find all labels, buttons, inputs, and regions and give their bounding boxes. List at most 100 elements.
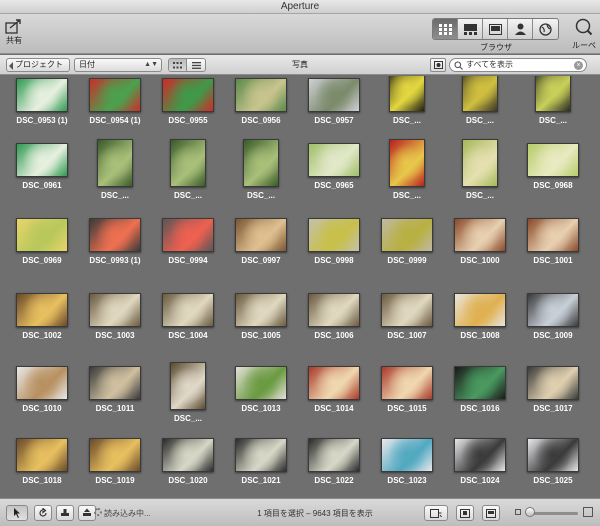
photo-thumbnail[interactable] <box>16 438 68 472</box>
slider-knob[interactable] <box>525 507 535 517</box>
select-tool-button[interactable] <box>6 505 28 521</box>
photo-thumbnail[interactable] <box>308 366 360 400</box>
photo-browser-grid[interactable]: DSC_0953 (1) DSC_0954 (1) DSC_0955 DSC_0956… <box>0 76 600 498</box>
photo-thumbnail[interactable] <box>97 139 133 187</box>
photo-thumbnail[interactable] <box>89 293 141 327</box>
photo-thumbnail[interactable] <box>243 139 279 187</box>
photo-thumbnail[interactable] <box>235 218 287 252</box>
photo-thumbnail[interactable] <box>16 78 68 112</box>
grid-view-button[interactable] <box>433 19 458 39</box>
photo-thumbnail[interactable] <box>527 143 579 177</box>
photo-thumbnail[interactable] <box>381 366 433 400</box>
photo-thumbnail[interactable] <box>16 366 68 400</box>
photo-thumbnail[interactable] <box>235 438 287 472</box>
share-button[interactable]: 共有 <box>3 18 25 46</box>
photo-thumbnail[interactable] <box>454 438 506 472</box>
loading-status: 読み込み中... <box>104 509 151 518</box>
grid-icon <box>438 23 452 35</box>
photo-thumbnail[interactable] <box>462 76 498 112</box>
search-input[interactable]: すべてを表示 × <box>449 58 587 72</box>
full-screen-button[interactable] <box>456 505 474 521</box>
photo-image <box>455 367 505 399</box>
photo-thumbnail[interactable] <box>308 293 360 327</box>
photo-thumbnail[interactable] <box>89 78 141 112</box>
photo-image <box>455 219 505 251</box>
photo-label: DSC_0961 <box>22 181 62 190</box>
photo-thumbnail[interactable] <box>535 76 571 112</box>
photo-thumbnail[interactable] <box>308 438 360 472</box>
photo-thumbnail[interactable] <box>527 293 579 327</box>
photo-image <box>17 79 67 111</box>
photo-label: DSC_... <box>100 191 129 200</box>
photo-thumbnail[interactable] <box>454 218 506 252</box>
stamp-icon <box>61 509 69 516</box>
sort-select[interactable]: 日付 ▲▼ <box>74 58 162 72</box>
photo-image <box>528 219 578 251</box>
scrollbar[interactable] <box>590 76 600 498</box>
filmstrip-view-button[interactable] <box>458 19 483 39</box>
loupe-button[interactable]: ルーペ <box>570 18 598 51</box>
metadata-overlay-button[interactable] <box>424 505 448 521</box>
photo-thumbnail[interactable] <box>162 438 214 472</box>
back-to-projects-button[interactable]: プロジェクト <box>6 58 70 72</box>
photo-thumbnail[interactable] <box>308 143 360 177</box>
photo-label: DSC_0965 <box>314 181 354 190</box>
photo-image <box>17 219 67 251</box>
photo-image <box>17 294 67 326</box>
rotate-icon <box>39 508 47 517</box>
photo-image <box>309 79 359 111</box>
photo-thumbnail[interactable] <box>308 218 360 252</box>
photo-thumbnail[interactable] <box>462 139 498 187</box>
photo-label: DSC_0994 <box>168 256 208 265</box>
photo-thumbnail[interactable] <box>89 438 141 472</box>
photo-image <box>309 219 359 251</box>
photo-thumbnail[interactable] <box>235 293 287 327</box>
photo-thumbnail[interactable] <box>235 78 287 112</box>
list-layout-button[interactable] <box>187 59 205 71</box>
photo-thumbnail[interactable] <box>162 218 214 252</box>
selection-status: 1 項目を選択 – 9643 項目を表示 <box>257 509 373 518</box>
grid-layout-button[interactable] <box>169 59 187 71</box>
loading-spinner-icon <box>94 508 102 516</box>
photo-label: DSC_1002 <box>22 331 62 340</box>
photo-label: DSC_1005 <box>241 331 281 340</box>
compare-view-button[interactable] <box>482 505 500 521</box>
photo-thumbnail[interactable] <box>454 293 506 327</box>
photo-image <box>528 439 578 471</box>
photo-thumbnail[interactable] <box>381 438 433 472</box>
close-icon[interactable]: × <box>574 61 583 70</box>
photo-thumbnail[interactable] <box>16 218 68 252</box>
photo-thumbnail[interactable] <box>170 362 206 410</box>
photo-image <box>90 367 140 399</box>
window-title: Aperture <box>280 1 320 12</box>
faces-view-button[interactable] <box>508 19 533 39</box>
places-view-button[interactable] <box>533 19 558 39</box>
photo-thumbnail[interactable] <box>389 139 425 187</box>
photo-thumbnail[interactable] <box>527 218 579 252</box>
photo-thumbnail[interactable] <box>16 293 68 327</box>
stamp-button[interactable] <box>56 505 74 521</box>
photo-label: DSC_1014 <box>314 404 354 413</box>
photo-thumbnail[interactable] <box>308 78 360 112</box>
photo-thumbnail[interactable] <box>16 143 68 177</box>
photo-thumbnail[interactable] <box>527 438 579 472</box>
window-title-bar[interactable]: Aperture <box>0 0 600 14</box>
split-view-icon <box>486 508 496 518</box>
photo-thumbnail[interactable] <box>162 78 214 112</box>
viewer-view-button[interactable] <box>483 19 508 39</box>
photo-thumbnail[interactable] <box>381 293 433 327</box>
photo-thumbnail[interactable] <box>162 293 214 327</box>
photo-label: DSC_1011 <box>95 404 135 413</box>
photo-thumbnail[interactable] <box>89 218 141 252</box>
photo-thumbnail[interactable] <box>235 366 287 400</box>
photo-thumbnail[interactable] <box>389 76 425 112</box>
photo-image <box>309 439 359 471</box>
rotate-button[interactable] <box>34 505 52 521</box>
filter-hud-button[interactable] <box>430 58 446 72</box>
photo-thumbnail[interactable] <box>454 366 506 400</box>
photo-thumbnail[interactable] <box>89 366 141 400</box>
photo-image <box>390 140 424 186</box>
photo-thumbnail[interactable] <box>170 139 206 187</box>
photo-thumbnail[interactable] <box>527 366 579 400</box>
photo-thumbnail[interactable] <box>381 218 433 252</box>
